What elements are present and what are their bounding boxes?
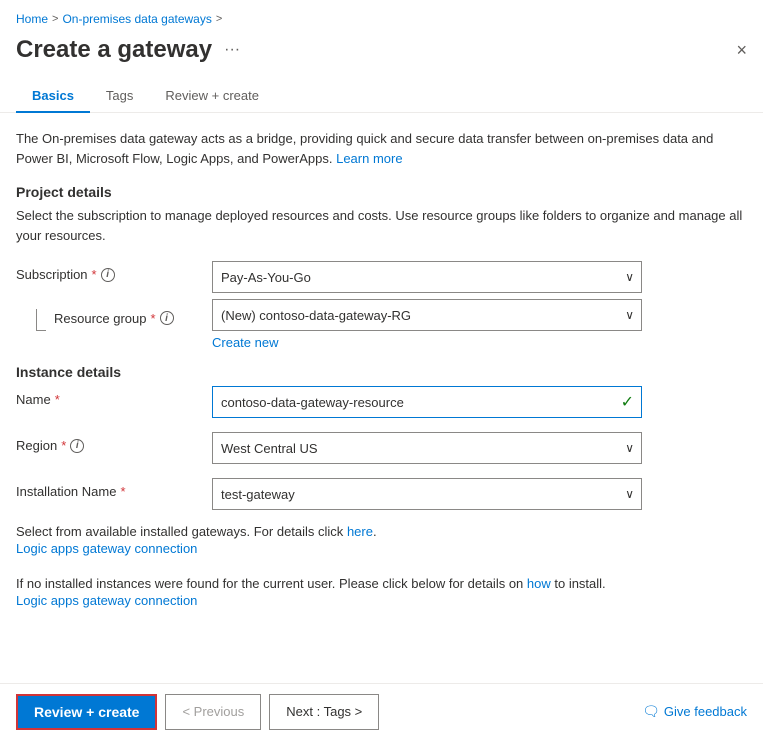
footer: Review + create < Previous Next : Tags >… [0, 683, 763, 739]
footer-right: 🗨 Give feedback [642, 703, 747, 720]
breadcrumb-section[interactable]: On-premises data gateways [62, 12, 211, 26]
next-button[interactable]: Next : Tags > [269, 694, 379, 730]
hint-here-link[interactable]: here [347, 524, 373, 539]
gateway-link-1[interactable]: Logic apps gateway connection [16, 541, 197, 556]
region-info-icon[interactable]: i [70, 439, 84, 453]
ellipsis-button[interactable]: ··· [220, 39, 244, 61]
breadcrumb-home[interactable]: Home [16, 12, 48, 26]
tab-review-create[interactable]: Review + create [149, 80, 275, 113]
gateway-description: The On-premises data gateway acts as a b… [16, 129, 747, 168]
tab-basics[interactable]: Basics [16, 80, 90, 113]
hint-text-1: Select from available installed gateways… [16, 524, 747, 539]
give-feedback-button[interactable]: 🗨 Give feedback [642, 703, 747, 720]
name-field-wrapper: ✓ [212, 386, 642, 418]
warning-text: If no installed instances were found for… [16, 576, 747, 591]
region-row: Region * i West Central US ∨ [16, 432, 747, 464]
region-select[interactable]: West Central US [212, 432, 642, 464]
resource-group-label-text: Resource group [54, 311, 147, 326]
tab-tags[interactable]: Tags [90, 80, 149, 113]
instance-details-section: Instance details Name * ✓ Region * i [16, 364, 747, 620]
feedback-label: Give feedback [664, 704, 747, 719]
page-title: Create a gateway [16, 36, 212, 64]
resource-group-label: Resource group * i [16, 299, 196, 331]
subscription-row: Subscription * i Pay-As-You-Go ∨ [16, 261, 747, 293]
page-title-row: Create a gateway ··· [16, 36, 244, 64]
subscription-label: Subscription * i [16, 261, 196, 282]
project-details-section: Project details Select the subscription … [16, 184, 747, 350]
subscription-control: Pay-As-You-Go ∨ [212, 261, 747, 293]
subscription-select-wrapper: Pay-As-You-Go ∨ [212, 261, 642, 293]
installation-select[interactable]: test-gateway [212, 478, 642, 510]
learn-more-link[interactable]: Learn more [336, 151, 402, 166]
resource-group-control: (New) contoso-data-gateway-RG ∨ Create n… [212, 299, 747, 350]
installation-label: Installation Name * [16, 478, 196, 499]
resource-group-info-icon[interactable]: i [160, 311, 174, 325]
region-label: Region * i [16, 432, 196, 453]
breadcrumb-sep2: > [216, 13, 222, 25]
create-new-link[interactable]: Create new [212, 335, 278, 350]
subscription-required: * [92, 267, 97, 282]
name-control: ✓ [212, 386, 747, 418]
resource-group-select[interactable]: (New) contoso-data-gateway-RG [212, 299, 642, 331]
subscription-select[interactable]: Pay-As-You-Go [212, 261, 642, 293]
feedback-icon: 🗨 [642, 703, 660, 720]
name-label: Name * [16, 386, 196, 407]
installation-control: test-gateway ∨ [212, 478, 747, 510]
resource-group-row: Resource group * i (New) contoso-data-ga… [16, 299, 747, 350]
content-area: The On-premises data gateway acts as a b… [0, 113, 763, 620]
name-required: * [55, 392, 60, 407]
gateway-link-2[interactable]: Logic apps gateway connection [16, 593, 197, 608]
how-to-install-link[interactable]: how [527, 576, 551, 591]
project-details-desc: Select the subscription to manage deploy… [16, 206, 747, 245]
name-input[interactable] [212, 386, 642, 418]
instance-details-heading: Instance details [16, 364, 747, 380]
tab-bar: Basics Tags Review + create [0, 80, 763, 113]
breadcrumb: Home > On-premises data gateways > [0, 0, 763, 32]
installation-select-wrapper: test-gateway ∨ [212, 478, 642, 510]
breadcrumb-sep1: > [52, 13, 58, 25]
review-create-button[interactable]: Review + create [16, 694, 157, 730]
region-select-wrapper: West Central US ∨ [212, 432, 642, 464]
region-required: * [61, 438, 66, 453]
name-row: Name * ✓ [16, 386, 747, 418]
installation-row: Installation Name * test-gateway ∨ [16, 478, 747, 510]
project-details-heading: Project details [16, 184, 747, 200]
resource-group-required: * [151, 311, 156, 326]
previous-button[interactable]: < Previous [165, 694, 261, 730]
page-header: Create a gateway ··· × [0, 32, 763, 80]
close-button[interactable]: × [736, 41, 747, 59]
resource-group-select-wrapper: (New) contoso-data-gateway-RG ∨ [212, 299, 642, 331]
subscription-info-icon[interactable]: i [101, 268, 115, 282]
installation-required: * [120, 484, 125, 499]
region-control: West Central US ∨ [212, 432, 747, 464]
